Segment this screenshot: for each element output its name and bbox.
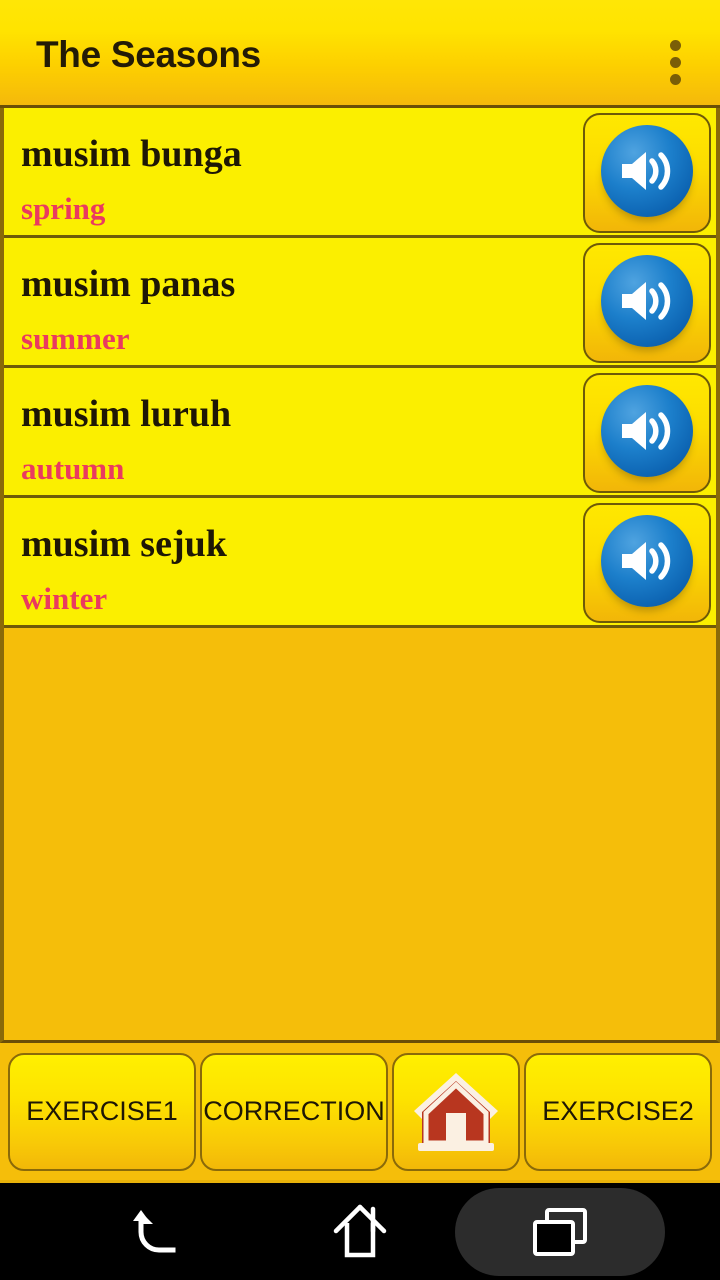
translation-label: spring — [21, 191, 106, 226]
term-label: musim panas — [21, 263, 236, 305]
play-audio-button[interactable] — [583, 113, 711, 233]
recent-apps-icon[interactable] — [455, 1188, 665, 1276]
more-vertical-icon[interactable] — [652, 34, 700, 85]
vocabulary-list: musim bunga spring musim panas summer mu… — [0, 108, 720, 1043]
list-item-texts: musim luruh autumn — [21, 368, 566, 495]
list-item[interactable]: musim panas summer — [4, 238, 716, 368]
app-title-bar: The Seasons — [0, 0, 720, 108]
list-item-texts: musim panas summer — [21, 238, 566, 365]
correction-button[interactable]: CORRECTION — [200, 1052, 388, 1171]
term-label: musim luruh — [21, 393, 232, 435]
exercise1-label: EXERCISE1 — [26, 1096, 178, 1126]
exercise2-label: EXERCISE2 — [542, 1096, 694, 1126]
translation-label: summer — [21, 321, 130, 356]
list-item[interactable]: musim luruh autumn — [4, 368, 716, 498]
bottom-button-bar: EXERCISE1 CORRECTION EXERCISE2 — [0, 1043, 720, 1180]
page-title: The Seasons — [36, 34, 261, 75]
play-audio-button[interactable] — [583, 243, 711, 363]
speaker-volume-icon — [601, 125, 693, 217]
overflow-dot — [670, 40, 681, 51]
list-item[interactable]: musim sejuk winter — [4, 498, 716, 628]
term-label: musim sejuk — [21, 523, 227, 565]
home-house-icon — [410, 1063, 502, 1160]
back-arrow-icon[interactable] — [75, 1183, 245, 1280]
app-screen: The Seasons musim bunga spring musim pan… — [0, 0, 720, 1280]
speaker-volume-icon — [601, 385, 693, 477]
home-button[interactable] — [392, 1052, 520, 1171]
play-audio-button[interactable] — [583, 373, 711, 493]
speaker-volume-icon — [601, 515, 693, 607]
list-item-texts: musim bunga spring — [21, 108, 566, 235]
translation-label: winter — [21, 581, 108, 616]
speaker-volume-icon — [601, 255, 693, 347]
home-outline-icon[interactable] — [275, 1183, 445, 1280]
exercise1-button[interactable]: EXERCISE1 — [8, 1052, 196, 1171]
system-navigation-bar — [0, 1180, 720, 1280]
list-item[interactable]: musim bunga spring — [4, 108, 716, 238]
translation-label: autumn — [21, 451, 125, 486]
overflow-dot — [670, 57, 681, 68]
play-audio-button[interactable] — [583, 503, 711, 623]
correction-label: CORRECTION — [203, 1096, 385, 1126]
overflow-dot — [670, 74, 681, 85]
exercise2-button[interactable]: EXERCISE2 — [524, 1052, 712, 1171]
term-label: musim bunga — [21, 133, 242, 175]
list-item-texts: musim sejuk winter — [21, 498, 566, 625]
